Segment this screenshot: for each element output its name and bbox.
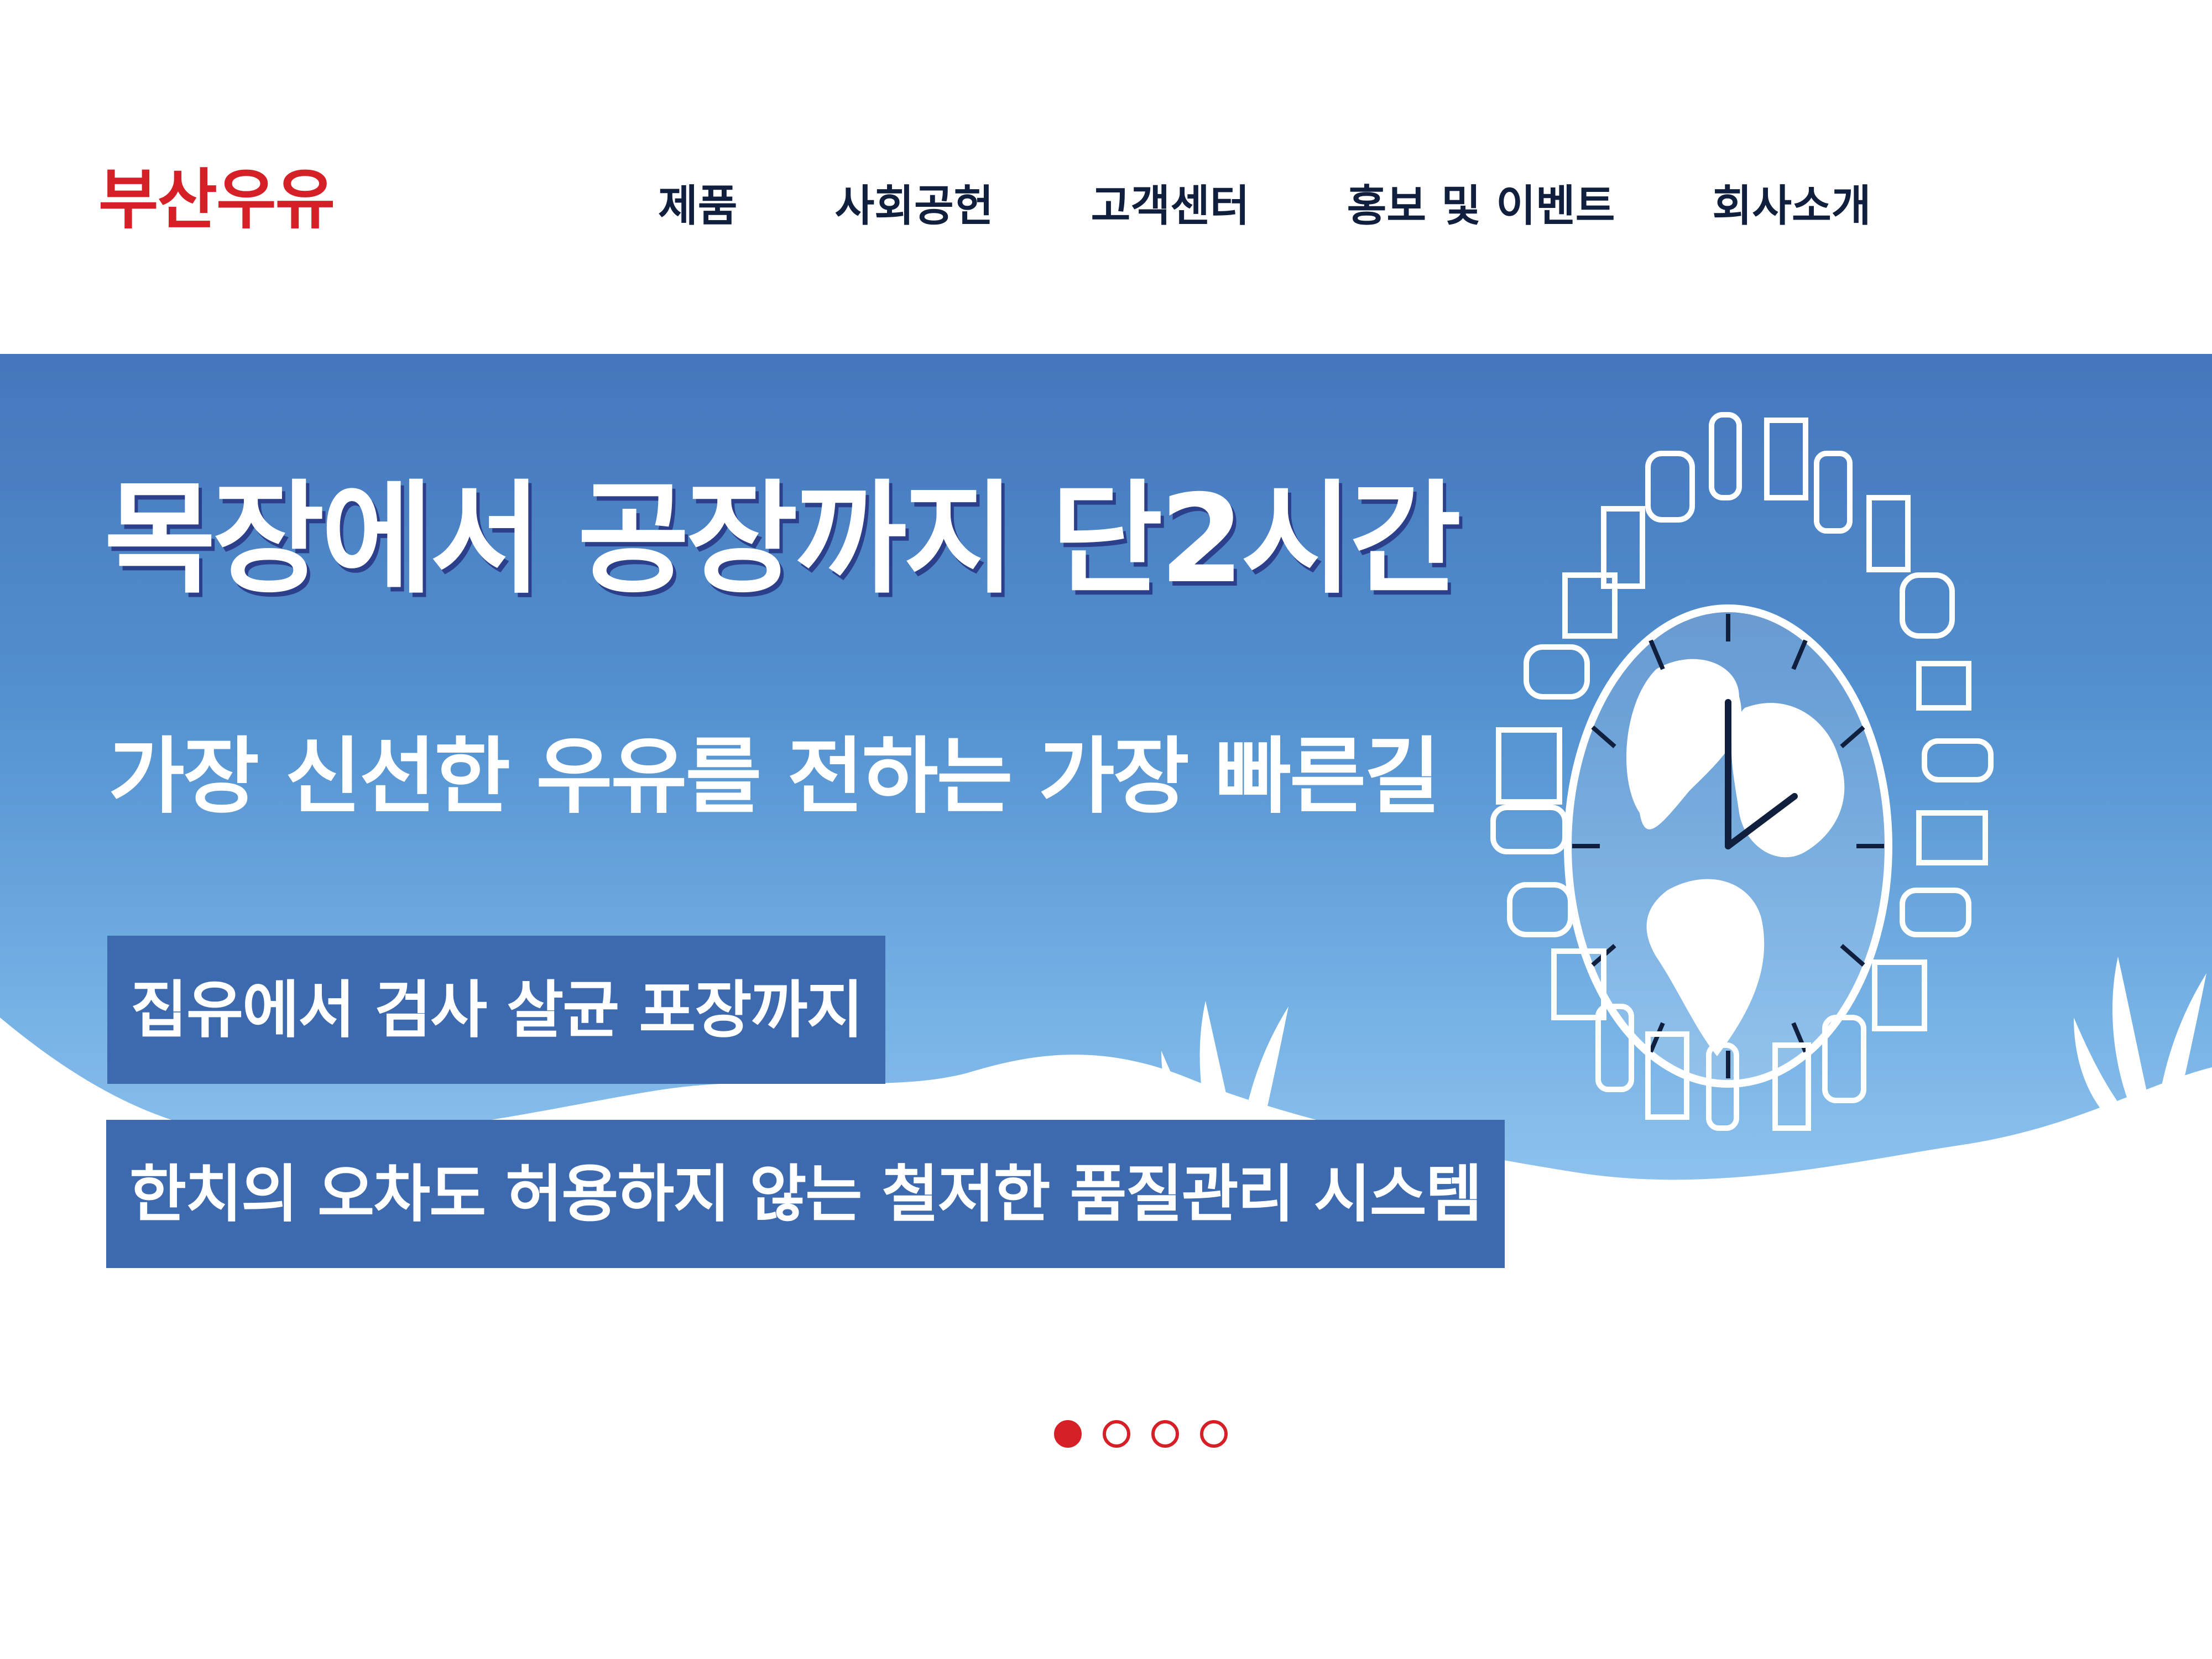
nav-item-company-info[interactable]: 회사소개 [1713, 176, 1871, 237]
carousel-pagination [1054, 1420, 1249, 1448]
hero-banner[interactable]: 목장에서 공장까지 단2시간 가장 신선한 우유를 전하는 가장 빠른길 집유에… [0, 354, 2212, 1355]
site-logo[interactable]: 부산우유 [98, 158, 335, 241]
site-header: 부산우유 제품 사회공헌 고객센터 홍보 및 이벤트 회사소개 [0, 0, 2212, 354]
nav-item-products[interactable]: 제품 [658, 176, 738, 237]
carousel-dot-3[interactable] [1151, 1420, 1179, 1448]
hero-headline: 목장에서 공장까지 단2시간 [104, 468, 1462, 610]
carousel-dot-2[interactable] [1103, 1420, 1130, 1448]
hero-subheadline: 가장 신선한 우유를 전하는 가장 빠른길 [108, 729, 1441, 825]
main-nav: 제품 사회공헌 고객센터 홍보 및 이벤트 회사소개 [658, 176, 1969, 237]
nav-item-customer-center[interactable]: 고객센터 [1091, 176, 1250, 237]
clock-globe-icon [1564, 604, 1892, 1088]
hero-tag-quality: 한치의 오차도 허용하지 않는 철저한 품질관리 시스템 [106, 1120, 1505, 1268]
carousel-dot-4[interactable] [1200, 1420, 1228, 1448]
nav-item-social-contribution[interactable]: 사회공헌 [835, 176, 994, 237]
hero-tag-process: 집유에서 검사 살균 포장까지 [107, 936, 886, 1084]
nav-item-promotion-events[interactable]: 홍보 및 이벤트 [1347, 176, 1615, 237]
carousel-dot-1[interactable] [1054, 1420, 1082, 1448]
